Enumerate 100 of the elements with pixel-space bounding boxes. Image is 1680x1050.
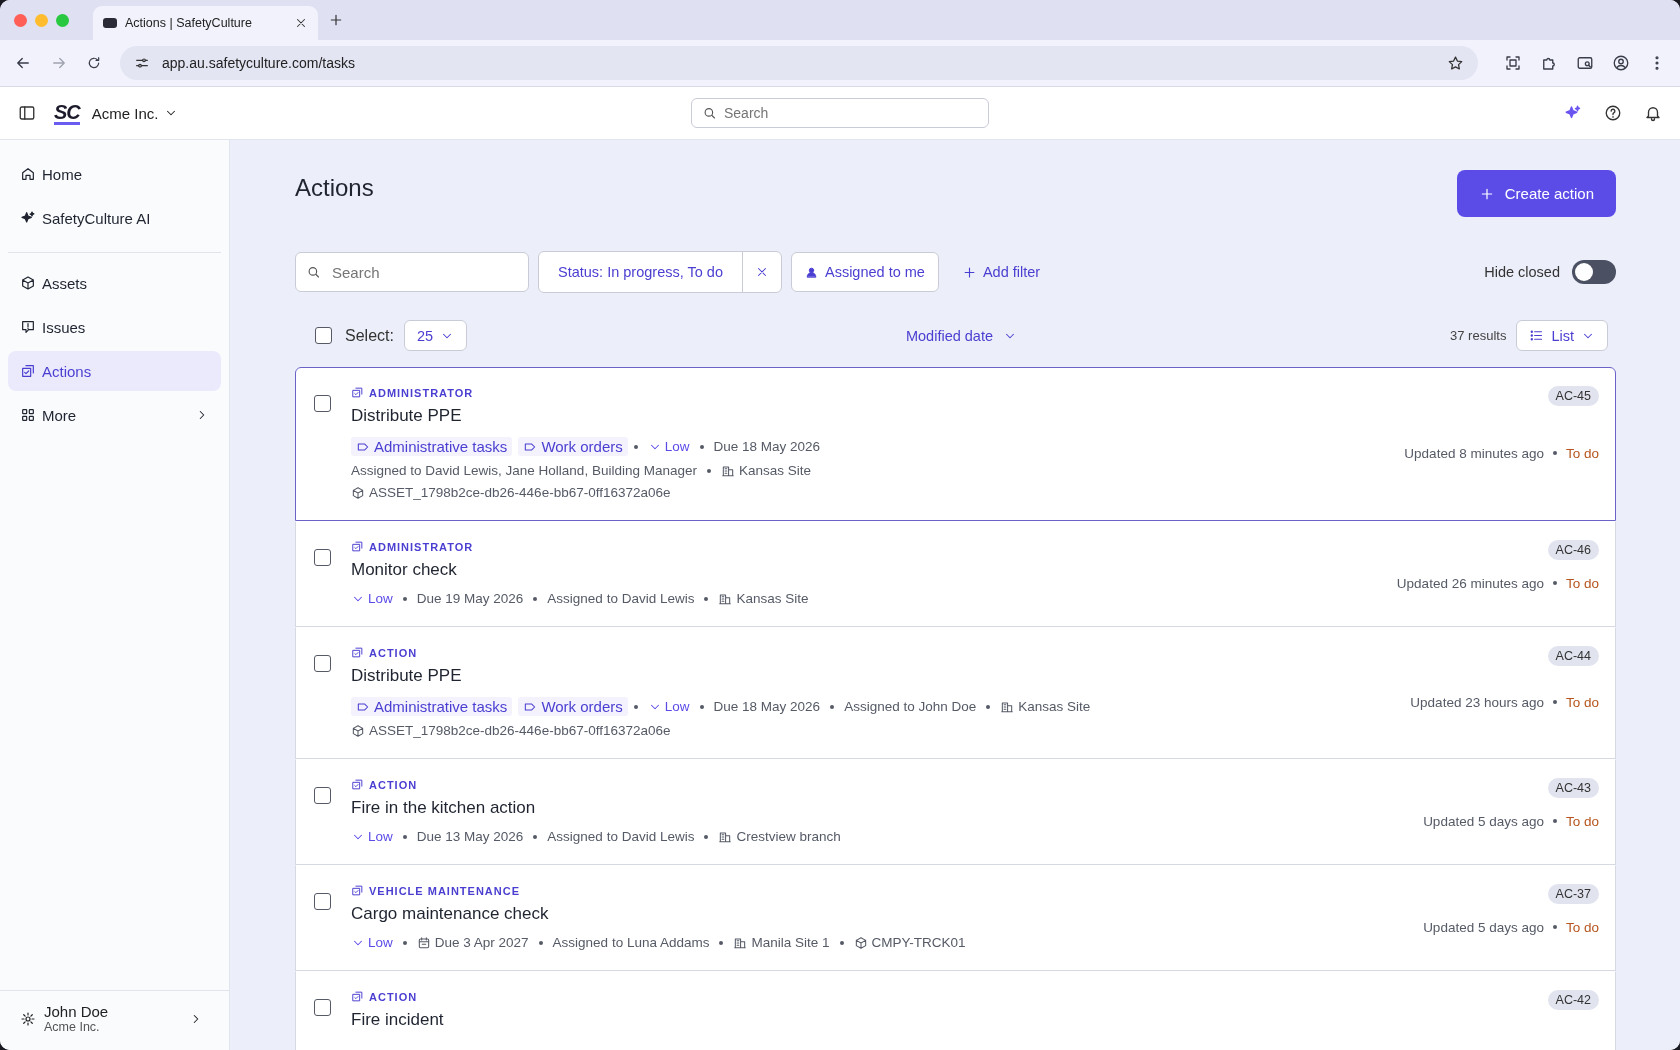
- plus-icon: [961, 264, 977, 280]
- meta-text: Assigned to David Lewis: [547, 591, 695, 606]
- site-label: Kansas Site: [1018, 699, 1091, 714]
- meta-text: Due 18 May 2026: [713, 439, 821, 454]
- org-switcher[interactable]: Acme Inc.: [91, 104, 179, 122]
- priority-label[interactable]: Low: [351, 591, 393, 606]
- row-checkbox[interactable]: [314, 549, 331, 566]
- actions-icon: [351, 540, 364, 553]
- category-label: ACTION: [369, 646, 418, 659]
- user-menu[interactable]: John Doe Acme Inc.: [0, 990, 229, 1050]
- browser-tab[interactable]: Actions | SafetyCulture: [93, 6, 318, 40]
- actions-icon: [351, 386, 364, 399]
- sidebar-item[interactable]: Assets: [8, 263, 221, 303]
- category-label: VEHICLE MAINTENANCE: [369, 884, 520, 897]
- screenshot-icon[interactable]: [1504, 54, 1522, 72]
- address-bar[interactable]: app.au.safetyculture.com/tasks: [120, 46, 1478, 80]
- due-date: Due 3 Apr 2027: [434, 935, 529, 950]
- priority-label[interactable]: Low: [351, 829, 393, 844]
- cube-icon: [351, 723, 365, 738]
- create-action-button[interactable]: Create action: [1456, 170, 1616, 217]
- side-panel-icon[interactable]: [1576, 54, 1594, 72]
- row-checkbox[interactable]: [314, 999, 331, 1016]
- org-name: Acme Inc.: [91, 104, 159, 122]
- sidebar-item[interactable]: Actions: [8, 351, 221, 391]
- sidebar-toggle-icon[interactable]: [18, 104, 36, 122]
- status-label: To do: [1565, 919, 1599, 935]
- updated-text: Updated 23 hours ago: [1410, 694, 1544, 710]
- tab-title: Actions | SafetyCulture: [125, 16, 253, 30]
- search-field[interactable]: Search: [691, 98, 989, 128]
- action-row[interactable]: [295, 367, 1616, 521]
- priority-label[interactable]: Low: [351, 935, 393, 950]
- meta-text: Due 19 May 2026: [416, 591, 524, 606]
- view-dropdown[interactable]: List: [1516, 320, 1608, 351]
- bell-icon[interactable]: [1644, 104, 1662, 122]
- sidebar-item[interactable]: Issues: [8, 307, 221, 347]
- asset-label: ASSET_1798b2ce-db26-446e-bb67-0ff16372a06e: [369, 485, 671, 500]
- actions-icon: [351, 778, 364, 791]
- action-title[interactable]: Distribute PPE: [351, 666, 1391, 686]
- search-field[interactable]: Search: [295, 252, 529, 292]
- building-icon: [720, 463, 735, 478]
- priority-label[interactable]: Low: [647, 439, 690, 454]
- status-label: To do: [1565, 813, 1599, 829]
- reload-icon[interactable]: [86, 55, 102, 71]
- select-all-checkbox[interactable]: [315, 327, 332, 344]
- sidebar-item[interactable]: More: [8, 395, 221, 435]
- label-chip[interactable]: Administrative tasks: [351, 697, 513, 716]
- status-label: To do: [1565, 445, 1599, 461]
- building-icon: [1000, 699, 1015, 714]
- assigned-filter[interactable]: Assigned to me: [790, 252, 939, 292]
- actions-icon: [351, 884, 364, 897]
- row-checkbox[interactable]: [314, 787, 331, 804]
- action-title[interactable]: Cargo maintenance check: [351, 904, 1404, 924]
- page-title: Actions: [295, 174, 374, 202]
- row-checkbox[interactable]: [314, 395, 331, 412]
- row-checkbox[interactable]: [314, 655, 331, 672]
- action-row[interactable]: VEHICLE MAINTENANCE Cargo maintenance check Low Due 3 Apr 2027 Assigned to Luna Addams Manila Site 1 CMPY-TRCK01 AC-37 Updated 5 days ago To do: [295, 865, 1616, 971]
- id-badge: AC-44: [1547, 646, 1599, 666]
- building-icon: [718, 829, 733, 844]
- grid-icon: [20, 407, 36, 423]
- action-row[interactable]: ACTION Fire incident AC-42: [295, 971, 1616, 1050]
- updated-text: Updated 5 days ago: [1423, 813, 1544, 829]
- page-size-dropdown[interactable]: 25: [403, 320, 468, 351]
- action-row[interactable]: ACTION Fire in the kitchen action Low Due 13 May 2026 Assigned to David Lewis Crestview branch AC-43 Updated 5 days ago To do: [295, 759, 1616, 865]
- cube-icon: [853, 935, 868, 950]
- add-filter-button[interactable]: Add filter: [947, 264, 1055, 280]
- action-title[interactable]: Fire incident: [351, 1010, 1528, 1030]
- home-icon: [20, 166, 36, 182]
- action-title[interactable]: Monitor check: [351, 560, 1377, 580]
- category-label: ADMINISTRATOR: [369, 386, 474, 399]
- action-title[interactable]: Fire in the kitchen action: [351, 798, 1404, 818]
- row-checkbox[interactable]: [314, 893, 331, 910]
- building-icon: [718, 591, 733, 606]
- actions-icon: [351, 990, 364, 1003]
- action-title[interactable]: Distribute PPE: [351, 406, 1385, 426]
- help-icon[interactable]: [1604, 104, 1622, 122]
- sidebar-item[interactable]: SafetyCulture AI: [8, 198, 221, 238]
- star-icon[interactable]: [1447, 54, 1464, 72]
- action-row[interactable]: ACTION Distribute PPE Administrative tasks Work orders Low Due 18 May 2026 Assigned to John Doe Kansas Site ASSET_1798b2ce-db26-446e-bb67-0ff16372a06e AC-44 Updated 23 hours ago To do: [295, 627, 1616, 759]
- label-chip[interactable]: Work orders: [518, 437, 628, 456]
- profile-icon[interactable]: [1612, 54, 1630, 72]
- sidebar-item[interactable]: Home: [8, 154, 221, 194]
- sort-dropdown[interactable]: Modified date: [899, 326, 1024, 345]
- label-chip[interactable]: Administrative tasks: [351, 437, 513, 456]
- new-tab-icon[interactable]: [328, 12, 344, 28]
- cube-icon: [20, 275, 36, 291]
- priority-label[interactable]: Low: [647, 699, 690, 714]
- category-label: ACTION: [369, 990, 418, 1003]
- logo[interactable]: SC: [54, 101, 80, 125]
- meta-text: Assigned to David Lewis: [547, 829, 695, 844]
- updated-text: Updated 8 minutes ago: [1404, 445, 1544, 461]
- updated-text: Updated 26 minutes ago: [1396, 575, 1544, 591]
- cube-icon: [351, 485, 365, 500]
- action-row[interactable]: ADMINISTRATOR Monitor check Low Due 19 May 2026 Assigned to David Lewis Kansas Site AC-46 Updated 26 minutes ago To do: [295, 521, 1616, 627]
- label-chip[interactable]: Work orders: [518, 697, 628, 716]
- category-label: ADMINISTRATOR: [369, 540, 474, 553]
- toggle-label: Hide closed: [1484, 264, 1560, 280]
- id-badge: AC-43: [1547, 778, 1599, 798]
- site-label: Kansas Site: [738, 463, 811, 478]
- close-icon[interactable]: [294, 16, 308, 30]
- hide-closed-toggle[interactable]: [1572, 260, 1616, 284]
